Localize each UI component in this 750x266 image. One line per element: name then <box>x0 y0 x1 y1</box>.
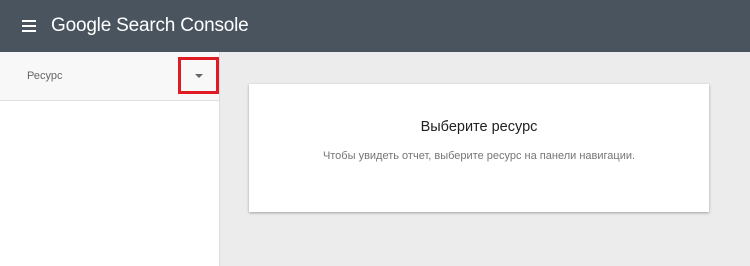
card-description: Чтобы увидеть отчет, выберите ресурс на … <box>322 150 636 162</box>
resource-label: Ресурс <box>27 70 63 82</box>
app-title: Google Search Console <box>51 15 249 36</box>
resource-selector[interactable]: Ресурс <box>0 52 219 101</box>
menu-icon[interactable] <box>22 20 36 32</box>
top-app-bar: Google Search Console <box>0 0 750 52</box>
card-title: Выберите ресурс <box>420 119 538 135</box>
sidebar: Ресурс <box>0 52 220 266</box>
select-resource-card: Выберите ресурс Чтобы увидеть отчет, выб… <box>249 84 709 212</box>
chevron-down-icon <box>194 73 203 78</box>
resource-dropdown-button[interactable] <box>178 57 219 94</box>
